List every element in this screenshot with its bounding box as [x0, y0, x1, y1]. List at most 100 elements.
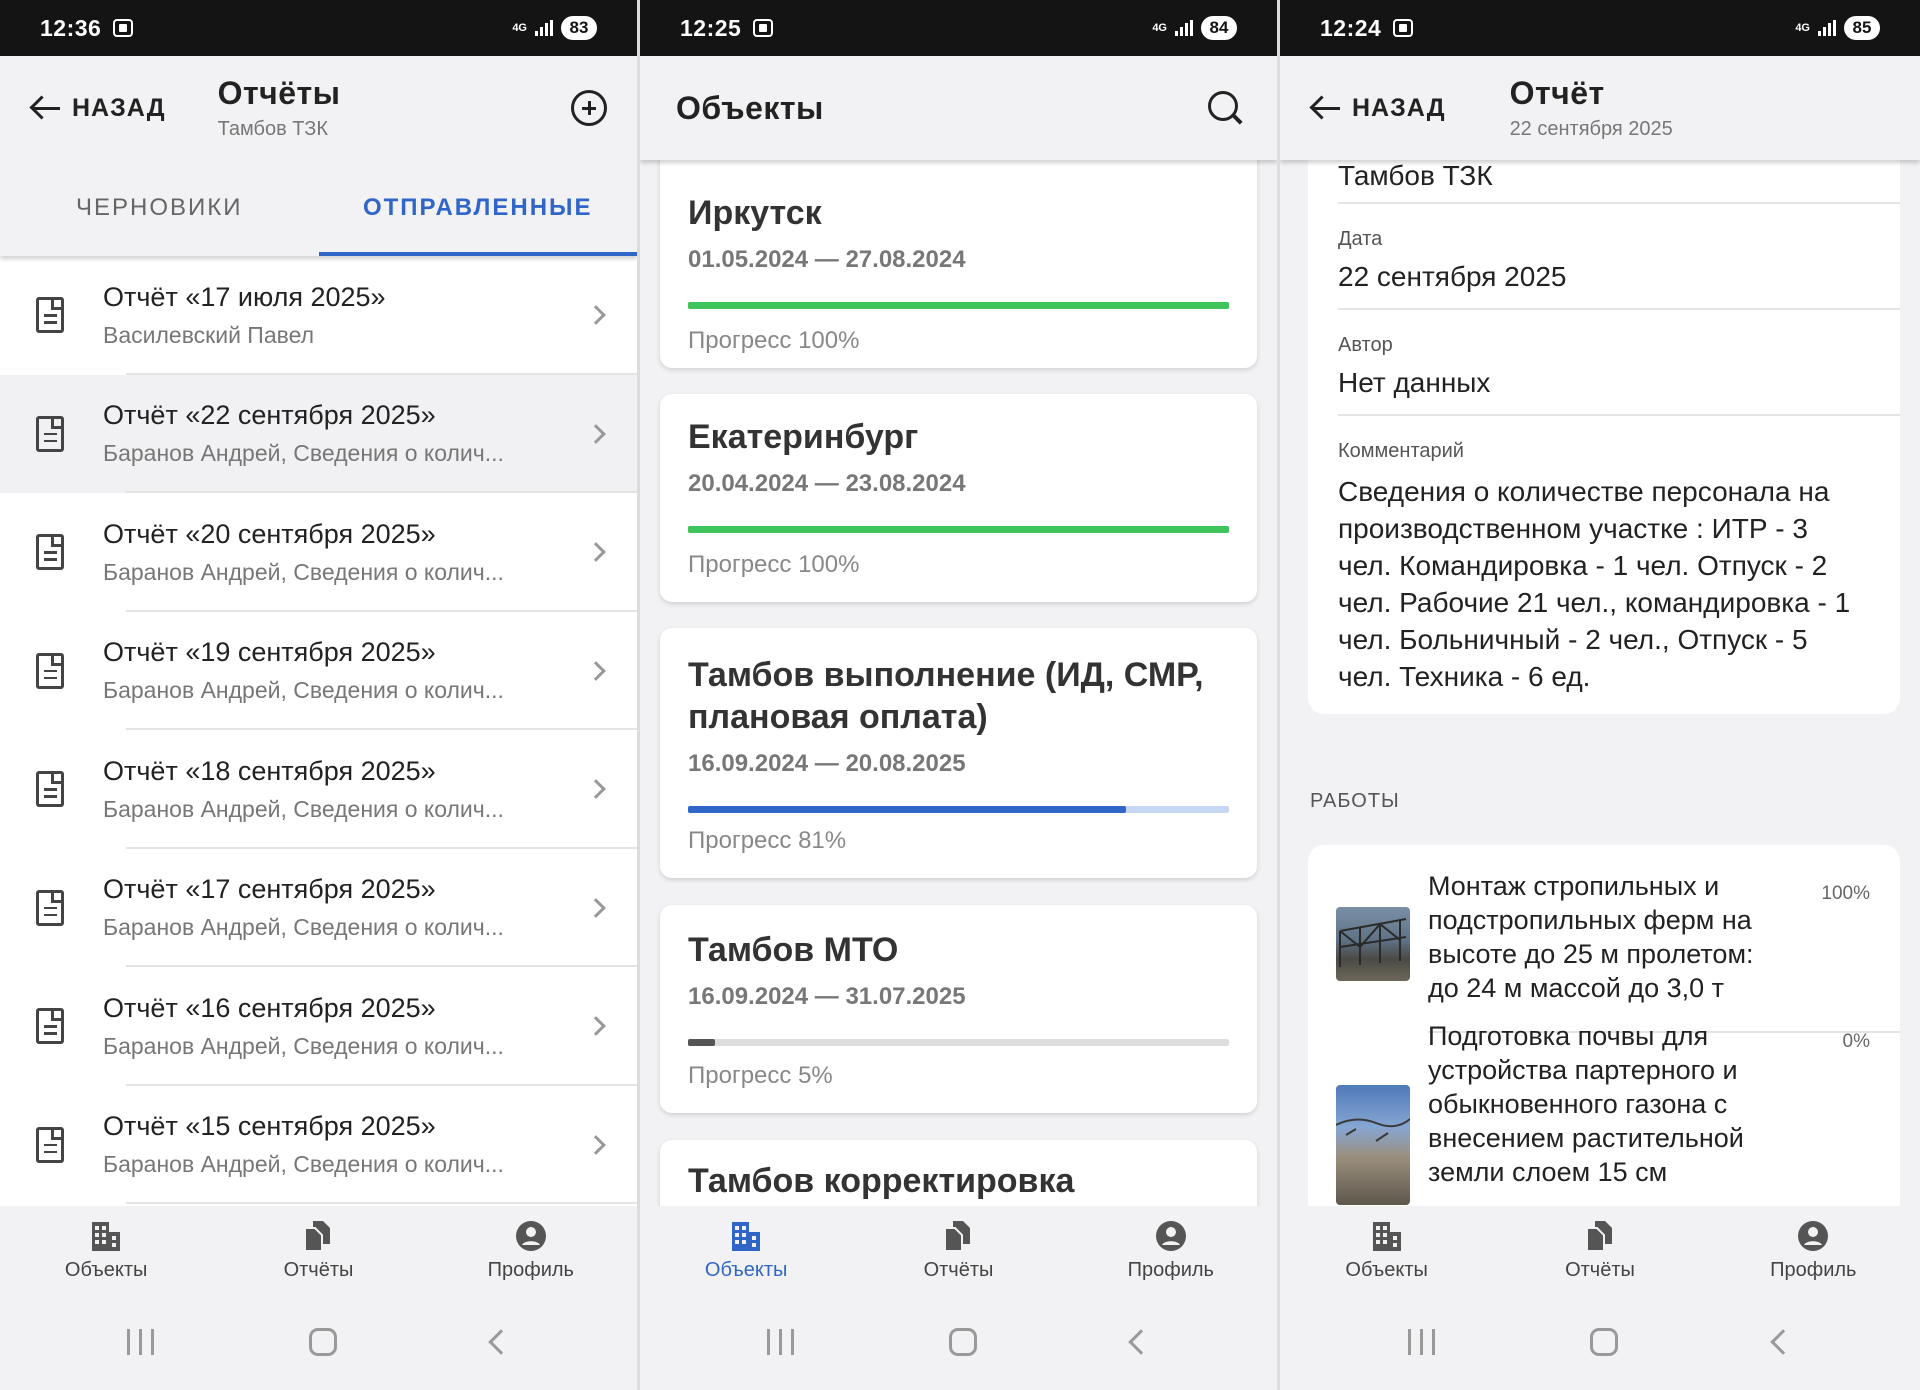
nav-profile-label: Профиль: [1127, 1258, 1214, 1281]
report-detail-content: Тамбов ТЗК Дата 22 сентября 2025 Автор Н…: [1280, 160, 1920, 1206]
battery-level: 84: [1201, 16, 1237, 40]
back-label: НАЗАД: [72, 93, 166, 122]
home-icon[interactable]: [308, 1328, 337, 1356]
signal-icon: [535, 20, 553, 36]
status-bar: 12:25 4G 84: [640, 0, 1277, 56]
object-card[interactable]: Екатеринбург 20.04.2024 — 23.08.2024 Про…: [660, 394, 1257, 602]
work-item[interactable]: Монтаж стропильных и подстропильных ферм…: [1308, 845, 1900, 1027]
object-name: Тамбов МТО: [688, 931, 899, 969]
report-title: Отчёт «20 сентября 2025»: [103, 518, 436, 549]
work-photo: [1336, 907, 1410, 981]
report-row[interactable]: Отчёт «15 сентября 2025» Баранов Андрей,…: [0, 1085, 637, 1204]
author-field: Автор Нет данных: [1338, 310, 1900, 416]
report-subtitle: Баранов Андрей, Сведения о колич...: [103, 440, 504, 467]
report-row[interactable]: Отчёт «17 июля 2025» Василевский Павел: [0, 256, 637, 375]
system-nav: [0, 1294, 637, 1390]
object-dates: 16.09.2024 — 31.07.2025: [688, 983, 966, 1010]
back-label: НАЗАД: [1352, 93, 1446, 122]
profile-icon: [1155, 1220, 1186, 1251]
document-icon: [36, 297, 64, 334]
nav-objects[interactable]: Объекты: [0, 1206, 212, 1294]
comment-value: Сведения о количестве персонала на произ…: [1338, 476, 1851, 692]
add-report-icon[interactable]: [571, 90, 607, 126]
progress-bar: [688, 806, 1229, 813]
system-back-icon[interactable]: [487, 1329, 514, 1355]
chevron-right-icon: [586, 305, 606, 326]
report-row[interactable]: Отчёт «20 сентября 2025» Баранов Андрей,…: [0, 493, 637, 612]
report-subtitle: Василевский Павел: [103, 321, 315, 348]
nav-reports[interactable]: Отчёты: [212, 1206, 424, 1294]
recent-apps-icon[interactable]: [767, 1329, 795, 1355]
work-item[interactable]: Подготовка почвы для устройства партерно…: [1308, 1021, 1900, 1206]
bottom-nav: Объекты Отчёты Профиль: [0, 1206, 637, 1294]
object-card[interactable]: Иркутск 01.05.2024 — 27.08.2024 Прогресс…: [660, 160, 1257, 368]
object-card[interactable]: Тамбов корректировка: [660, 1140, 1257, 1206]
comment-field: Комментарий Сведения о количестве персон…: [1338, 416, 1870, 695]
screen-reports-list: 12:36 4G 83 НАЗАД Отчёты Тамбов ТЗК ЧЕРН…: [0, 0, 640, 1390]
status-time: 12:36: [40, 14, 102, 41]
back-button[interactable]: НАЗАД: [30, 94, 166, 123]
work-title: Монтаж стропильных и подстропильных ферм…: [1428, 871, 1754, 1003]
nav-profile[interactable]: Профиль: [1065, 1206, 1277, 1294]
tab-sent[interactable]: ОТПРАВЛЕННЫЕ: [318, 160, 638, 256]
date-value: 22 сентября 2025: [1338, 261, 1567, 292]
app-header: Объекты: [640, 56, 1277, 160]
screenshot-icon: [1393, 19, 1414, 37]
documents-icon: [304, 1220, 331, 1252]
battery-level: 83: [561, 16, 597, 40]
back-button[interactable]: НАЗАД: [1310, 94, 1446, 123]
author-value: Нет данных: [1338, 367, 1491, 398]
recent-apps-icon[interactable]: [1407, 1329, 1435, 1355]
report-row[interactable]: Отчёт «19 сентября 2025» Баранов Андрей,…: [0, 611, 637, 730]
chevron-right-icon: [586, 897, 606, 918]
nav-objects[interactable]: Объекты: [1280, 1206, 1493, 1294]
signal-icon: [1175, 20, 1193, 36]
nav-reports[interactable]: Отчёты: [852, 1206, 1064, 1294]
tab-drafts[interactable]: ЧЕРНОВИКИ: [0, 160, 319, 256]
works-header: РАБОТЫ: [1310, 790, 1400, 812]
nav-objects[interactable]: Объекты: [640, 1206, 852, 1294]
report-row[interactable]: Отчёт «18 сентября 2025» Баранов Андрей,…: [0, 730, 637, 849]
report-title: Отчёт «15 сентября 2025»: [103, 1111, 436, 1142]
object-name: Тамбов корректировка: [688, 1162, 1075, 1200]
system-back-icon[interactable]: [1127, 1329, 1154, 1355]
object-name: Екатеринбург: [688, 418, 919, 456]
nav-profile[interactable]: Профиль: [1707, 1206, 1920, 1294]
report-subtitle: Баранов Андрей, Сведения о колич...: [103, 795, 504, 822]
document-icon: [36, 534, 64, 571]
object-dates: 01.05.2024 — 27.08.2024: [688, 246, 966, 273]
system-back-icon[interactable]: [1770, 1329, 1796, 1355]
system-nav: [640, 1294, 1277, 1390]
document-icon: [36, 652, 64, 689]
arrow-left-icon: [30, 95, 62, 121]
object-value: Тамбов ТЗК: [1338, 160, 1493, 191]
soil-field-icon: [1336, 1118, 1410, 1142]
document-icon: [36, 771, 64, 808]
document-icon: [36, 415, 64, 452]
search-icon[interactable]: [1207, 90, 1243, 126]
document-icon: [36, 1126, 64, 1163]
progress-label: Прогресс 100%: [688, 551, 860, 578]
nav-objects-label: Объекты: [704, 1258, 788, 1281]
home-icon[interactable]: [1590, 1328, 1619, 1356]
report-row[interactable]: Отчёт «17 сентября 2025» Баранов Андрей,…: [0, 848, 637, 967]
nav-profile[interactable]: Профиль: [425, 1206, 637, 1294]
chevron-right-icon: [586, 542, 606, 563]
profile-icon: [1798, 1220, 1829, 1251]
report-title: Отчёт «19 сентября 2025»: [103, 637, 436, 668]
report-row[interactable]: Отчёт «16 сентября 2025» Баранов Андрей,…: [0, 967, 637, 1086]
home-icon[interactable]: [948, 1328, 977, 1356]
object-card[interactable]: Тамбов выполнение (ИД, СМР, плановая опл…: [660, 628, 1257, 878]
work-percent: 0%: [1842, 1031, 1870, 1052]
page-title: Отчёты: [217, 75, 341, 111]
report-row[interactable]: Отчёт «22 сентября 2025» Баранов Андрей,…: [0, 374, 637, 493]
status-bar: 12:24 4G 85: [1280, 0, 1920, 56]
progress-label: Прогресс 100%: [688, 327, 860, 354]
nav-reports[interactable]: Отчёты: [1493, 1206, 1706, 1294]
objects-list: Иркутск 01.05.2024 — 27.08.2024 Прогресс…: [640, 160, 1277, 1206]
document-icon: [36, 889, 64, 926]
object-card[interactable]: Тамбов МТО 16.09.2024 — 31.07.2025 Прогр…: [660, 905, 1257, 1113]
report-tabs: ЧЕРНОВИКИ ОТПРАВЛЕННЫЕ: [0, 160, 637, 256]
recent-apps-icon[interactable]: [127, 1329, 155, 1355]
report-subtitle: Баранов Андрей, Сведения о колич...: [103, 1032, 504, 1059]
